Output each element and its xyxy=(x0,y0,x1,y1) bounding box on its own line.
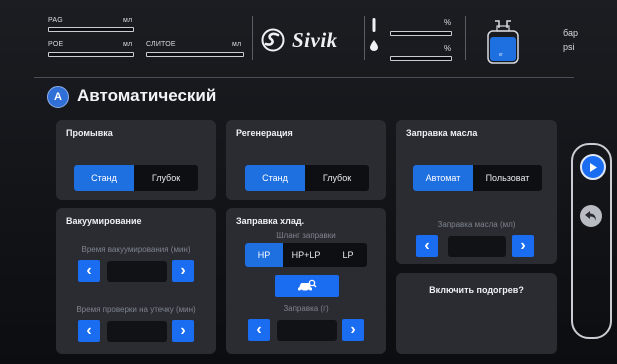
chevron-right-icon: › xyxy=(180,262,186,279)
oil-amount-caption: Заправка масла (мл) xyxy=(437,220,516,229)
back-arrow-icon xyxy=(585,211,596,221)
auto-mode-icon: A xyxy=(47,86,69,108)
droplet-icon xyxy=(370,40,378,51)
pag-label: PAG xyxy=(48,17,63,24)
vehicle-database-button[interactable] xyxy=(275,275,339,297)
flush-mode-selector: Станд Глубок xyxy=(74,165,198,191)
regeneration-mode-selector: Станд Глубок xyxy=(245,165,369,191)
header-divider xyxy=(34,77,574,78)
auto-mode-icon-letter: A xyxy=(54,91,62,103)
regeneration-panel: Регенерация Станд Глубок xyxy=(226,120,386,200)
refrigerant-increase-button[interactable]: › xyxy=(342,319,364,341)
back-button[interactable] xyxy=(580,205,602,227)
vacuum-time-field[interactable] xyxy=(107,261,167,282)
flush-standard-option[interactable]: Станд xyxy=(74,165,134,191)
poe-unit: мл xyxy=(123,41,133,48)
refrigerant-amount-field[interactable] xyxy=(277,320,337,341)
unit-bar: бар xyxy=(563,28,578,38)
oil-amount-field[interactable] xyxy=(448,236,506,257)
oil-charge-panel: Заправка масла Автомат Пользоват Заправк… xyxy=(396,120,557,264)
heater-question: Включить подогрев? xyxy=(429,285,524,295)
flush-title: Промывка xyxy=(66,128,113,138)
temperature-bar xyxy=(390,31,452,36)
oil-user-option[interactable]: Пользоват xyxy=(473,165,542,191)
pag-level-bar xyxy=(48,27,134,32)
regeneration-deep-option[interactable]: Глубок xyxy=(305,165,369,191)
screen: PAG мл POE мл СЛИТОЕ мл Sivik % % кг бар… xyxy=(0,0,617,364)
flush-panel: Промывка Станд Глубок xyxy=(56,120,216,200)
hose-hplp-option[interactable]: HP+LP xyxy=(283,243,329,267)
chevron-left-icon: ‹ xyxy=(256,321,262,338)
divider xyxy=(364,16,365,60)
humidity-bar xyxy=(390,56,452,61)
regeneration-title: Регенерация xyxy=(236,128,293,138)
brand-swirl-icon xyxy=(261,28,285,52)
oil-charge-title: Заправка масла xyxy=(406,128,478,138)
drain-level-bar xyxy=(146,52,244,57)
oil-auto-option[interactable]: Автомат xyxy=(413,165,473,191)
next-button[interactable] xyxy=(580,154,606,180)
vacuum-panel: Вакуумирование Время вакуумирования (мин… xyxy=(56,208,216,354)
hose-caption: Шланг заправки xyxy=(276,231,336,240)
status-header: PAG мл POE мл СЛИТОЕ мл Sivik % % кг бар… xyxy=(42,12,608,72)
refrigerant-decrease-button[interactable]: ‹ xyxy=(248,319,270,341)
chevron-left-icon: ‹ xyxy=(86,262,92,279)
hose-hp-option[interactable]: HP xyxy=(245,243,283,267)
leak-time-field[interactable] xyxy=(107,321,167,342)
drain-unit: мл xyxy=(232,41,242,48)
vacuum-time-increase-button[interactable]: › xyxy=(172,260,194,282)
regeneration-standard-option[interactable]: Станд xyxy=(245,165,305,191)
bottle-label: кг xyxy=(499,52,504,58)
thermometer-icon xyxy=(372,18,376,32)
drain-label: СЛИТОЕ xyxy=(146,41,176,48)
pag-unit: мл xyxy=(123,17,133,24)
refrigerant-amount-caption: Заправка (г) xyxy=(283,304,329,313)
hose-selector: HP HP+LP LP xyxy=(245,243,367,267)
vacuum-time-caption: Время вакуумирования (мин) xyxy=(81,245,191,254)
unit-psi: psi xyxy=(563,42,575,52)
chevron-right-icon: › xyxy=(520,237,526,254)
pct-label-2: % xyxy=(444,44,452,53)
poe-label: POE xyxy=(48,41,64,48)
navigation-rail xyxy=(571,143,612,339)
oil-decrease-button[interactable]: ‹ xyxy=(416,235,438,257)
refrigerant-title: Заправка хлад. xyxy=(236,216,305,226)
refrigerant-charge-panel: Заправка хлад. Шланг заправки HP HP+LP L… xyxy=(226,208,386,354)
vacuum-time-decrease-button[interactable]: ‹ xyxy=(78,260,100,282)
divider xyxy=(465,16,466,60)
flush-deep-option[interactable]: Глубок xyxy=(134,165,198,191)
heater-panel[interactable]: Включить подогрев? xyxy=(396,273,557,354)
oil-increase-button[interactable]: › xyxy=(512,235,534,257)
chevron-right-icon: › xyxy=(350,321,356,338)
hose-lp-option[interactable]: LP xyxy=(329,243,367,267)
chevron-left-icon: ‹ xyxy=(424,237,430,254)
refrigerant-bottle: кг xyxy=(485,19,521,65)
pct-label-1: % xyxy=(444,18,452,27)
leak-time-decrease-button[interactable]: ‹ xyxy=(78,320,100,342)
chevron-right-icon: › xyxy=(180,322,186,339)
vacuum-title: Вакуумирование xyxy=(66,216,142,226)
chevron-left-icon: ‹ xyxy=(86,322,92,339)
page-title: Автоматический xyxy=(77,86,217,105)
bottle-icon xyxy=(487,20,519,64)
oil-mode-selector: Автомат Пользоват xyxy=(413,165,542,191)
leak-time-increase-button[interactable]: › xyxy=(172,320,194,342)
divider xyxy=(252,16,253,60)
poe-level-bar xyxy=(48,52,134,57)
car-search-icon xyxy=(298,279,317,293)
play-icon xyxy=(590,162,597,172)
leak-test-caption: Время проверки на утечку (мин) xyxy=(76,305,196,314)
brand-name: Sivik xyxy=(292,28,338,52)
